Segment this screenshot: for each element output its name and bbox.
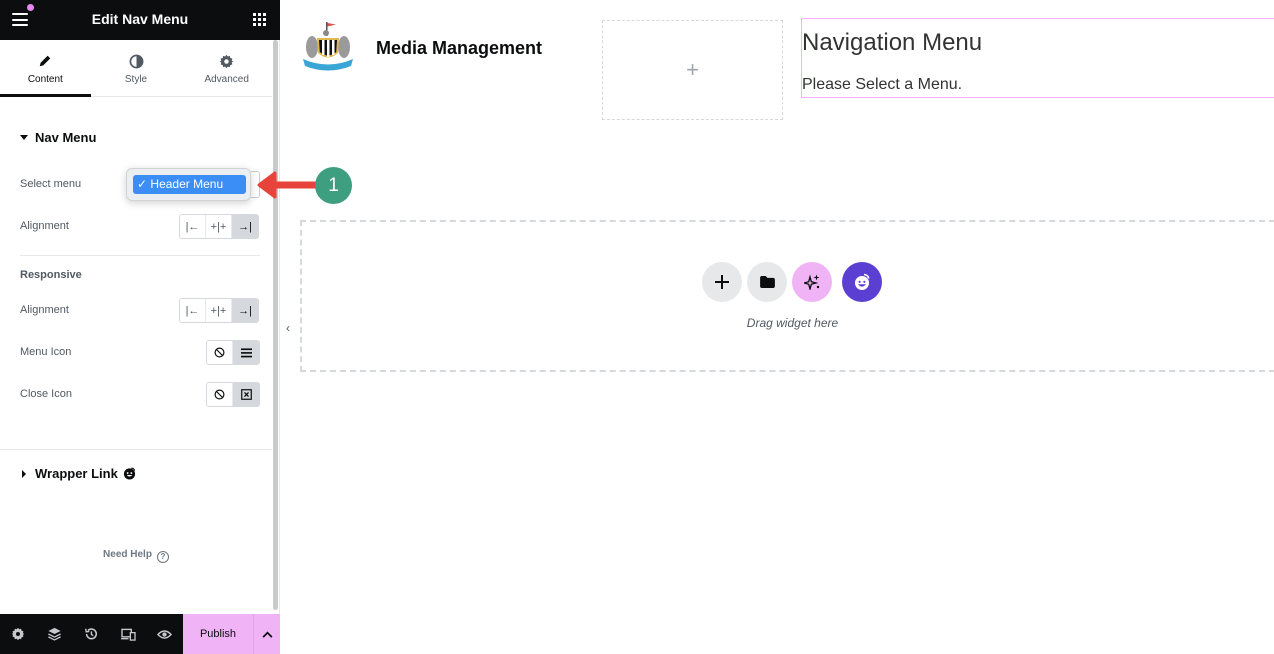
section-wrapper-link-title: Wrapper Link (35, 466, 118, 481)
publish-button[interactable]: Publish (183, 614, 253, 654)
checkmark-icon: ✓ (137, 177, 148, 191)
template-library-button[interactable] (747, 262, 787, 302)
menu-icon-label: Menu Icon (20, 346, 72, 358)
menu-icon-hamburger-button[interactable] (233, 341, 259, 364)
close-icon-choices (206, 382, 260, 407)
select-menu-label: Select menu (20, 178, 82, 190)
tab-advanced-label: Advanced (204, 74, 249, 85)
chevron-up-icon (262, 631, 272, 638)
tab-advanced[interactable]: Advanced (181, 40, 272, 96)
drag-widget-hint: Drag widget here (746, 316, 839, 330)
caret-down-icon (20, 135, 28, 140)
empty-column-add-button[interactable]: + (602, 20, 783, 120)
step-number-badge: 1 (315, 167, 352, 204)
align-center-icon: +|+ (210, 220, 227, 233)
panel-footer: Publish (0, 614, 280, 654)
folder-icon (759, 276, 775, 288)
ban-icon (214, 347, 225, 358)
tab-style-label: Style (124, 74, 148, 85)
drop-zone[interactable] (300, 220, 1274, 372)
plus-icon: + (686, 57, 699, 82)
nav-menu-widget-title: Navigation Menu (802, 29, 983, 56)
nav-menu-widget-message: Please Select a Menu. (802, 76, 963, 93)
tab-content[interactable]: Content (0, 40, 91, 97)
hamburger-icon (240, 347, 252, 357)
align-end-icon: →| (238, 220, 252, 233)
select-option-label: Header Menu (150, 177, 224, 191)
close-icon-none-button[interactable] (207, 383, 233, 406)
menu-icon-choices (206, 340, 260, 365)
section-nav-menu-title: Nav Menu (35, 130, 97, 145)
settings-icon (11, 627, 25, 641)
tab-content-label: Content (27, 74, 63, 85)
need-help-label: Need Help (103, 549, 152, 560)
responsive-alignment-choices: |← +|+ →| (179, 298, 259, 323)
add-section-button[interactable] (702, 262, 742, 302)
alignment-choices: |← +|+ →| (179, 214, 259, 239)
layers-icon (48, 627, 62, 641)
history-icon (85, 628, 98, 640)
history-button[interactable] (73, 614, 110, 654)
align-start-icon: |← (185, 220, 200, 233)
close-box-icon (240, 389, 252, 400)
ban-icon (214, 389, 225, 400)
help-circle-icon: ? (156, 551, 169, 563)
site-logo[interactable] (301, 20, 355, 76)
preview-icon (157, 629, 173, 639)
responsive-align-start-button[interactable]: |← (180, 299, 206, 322)
align-start-button[interactable]: |← (180, 215, 206, 238)
responsive-align-end-button[interactable]: →| (232, 299, 258, 322)
align-start-icon: |← (185, 304, 200, 317)
elementor-kit-face-icon (123, 467, 135, 480)
elementor-kit-button[interactable] (842, 262, 882, 302)
sparkle-icon (804, 274, 820, 290)
menu-icon-none-button[interactable] (207, 341, 233, 364)
responsive-align-center-button[interactable]: +|+ (206, 299, 232, 322)
responsive-alignment-label: Alignment (20, 304, 69, 316)
gear-icon (181, 53, 272, 69)
section-nav-menu[interactable]: Nav Menu (20, 130, 96, 145)
half-circle-icon (91, 53, 182, 69)
panel-header: Edit Nav Menu (0, 0, 280, 40)
responsive-heading: Responsive (20, 269, 82, 281)
responsive-mode-button[interactable] (110, 614, 147, 654)
caret-right-icon (22, 469, 26, 478)
responsive-icon (120, 628, 136, 641)
publish-options-button[interactable] (253, 614, 280, 654)
preview-button[interactable] (146, 614, 183, 654)
widgets-grid-icon[interactable] (253, 13, 266, 26)
tab-style[interactable]: Style (91, 40, 182, 96)
notification-dot (27, 4, 34, 11)
plus-icon (715, 275, 729, 289)
kit-face-icon (855, 273, 870, 290)
align-end-icon: →| (238, 304, 252, 317)
ai-assistant-button[interactable] (792, 262, 832, 302)
need-help-link[interactable]: Need Help? (0, 549, 272, 563)
panel-tabs: Content Style Advanced (0, 40, 272, 97)
section-divider (0, 449, 272, 450)
close-icon-x-button[interactable] (233, 383, 259, 406)
divider (20, 255, 260, 256)
section-wrapper-link[interactable]: Wrapper Link (20, 466, 136, 481)
navigator-button[interactable] (37, 614, 74, 654)
chevron-left-icon: ‹ (286, 321, 290, 335)
settings-button[interactable] (0, 614, 37, 654)
select-option-header-menu[interactable]: ✓ Header Menu (133, 175, 246, 194)
close-icon-label: Close Icon (20, 388, 72, 400)
pencil-icon (0, 53, 91, 69)
alignment-label: Alignment (20, 220, 69, 232)
elementor-editor: Edit Nav Menu Content Style Advanced Nav… (0, 0, 1274, 654)
panel-scrollbar[interactable] (273, 40, 278, 610)
align-end-button[interactable]: →| (232, 215, 258, 238)
collapse-panel-button[interactable]: ‹ (281, 310, 295, 346)
align-center-icon: +|+ (210, 304, 227, 317)
select-menu-dropdown[interactable]: ✓ Header Menu (126, 168, 251, 201)
align-center-button[interactable]: +|+ (206, 215, 232, 238)
editor-panel: Edit Nav Menu Content Style Advanced Nav… (0, 0, 280, 654)
site-title[interactable]: Media Management (376, 38, 542, 59)
panel-title: Edit Nav Menu (91, 11, 189, 27)
